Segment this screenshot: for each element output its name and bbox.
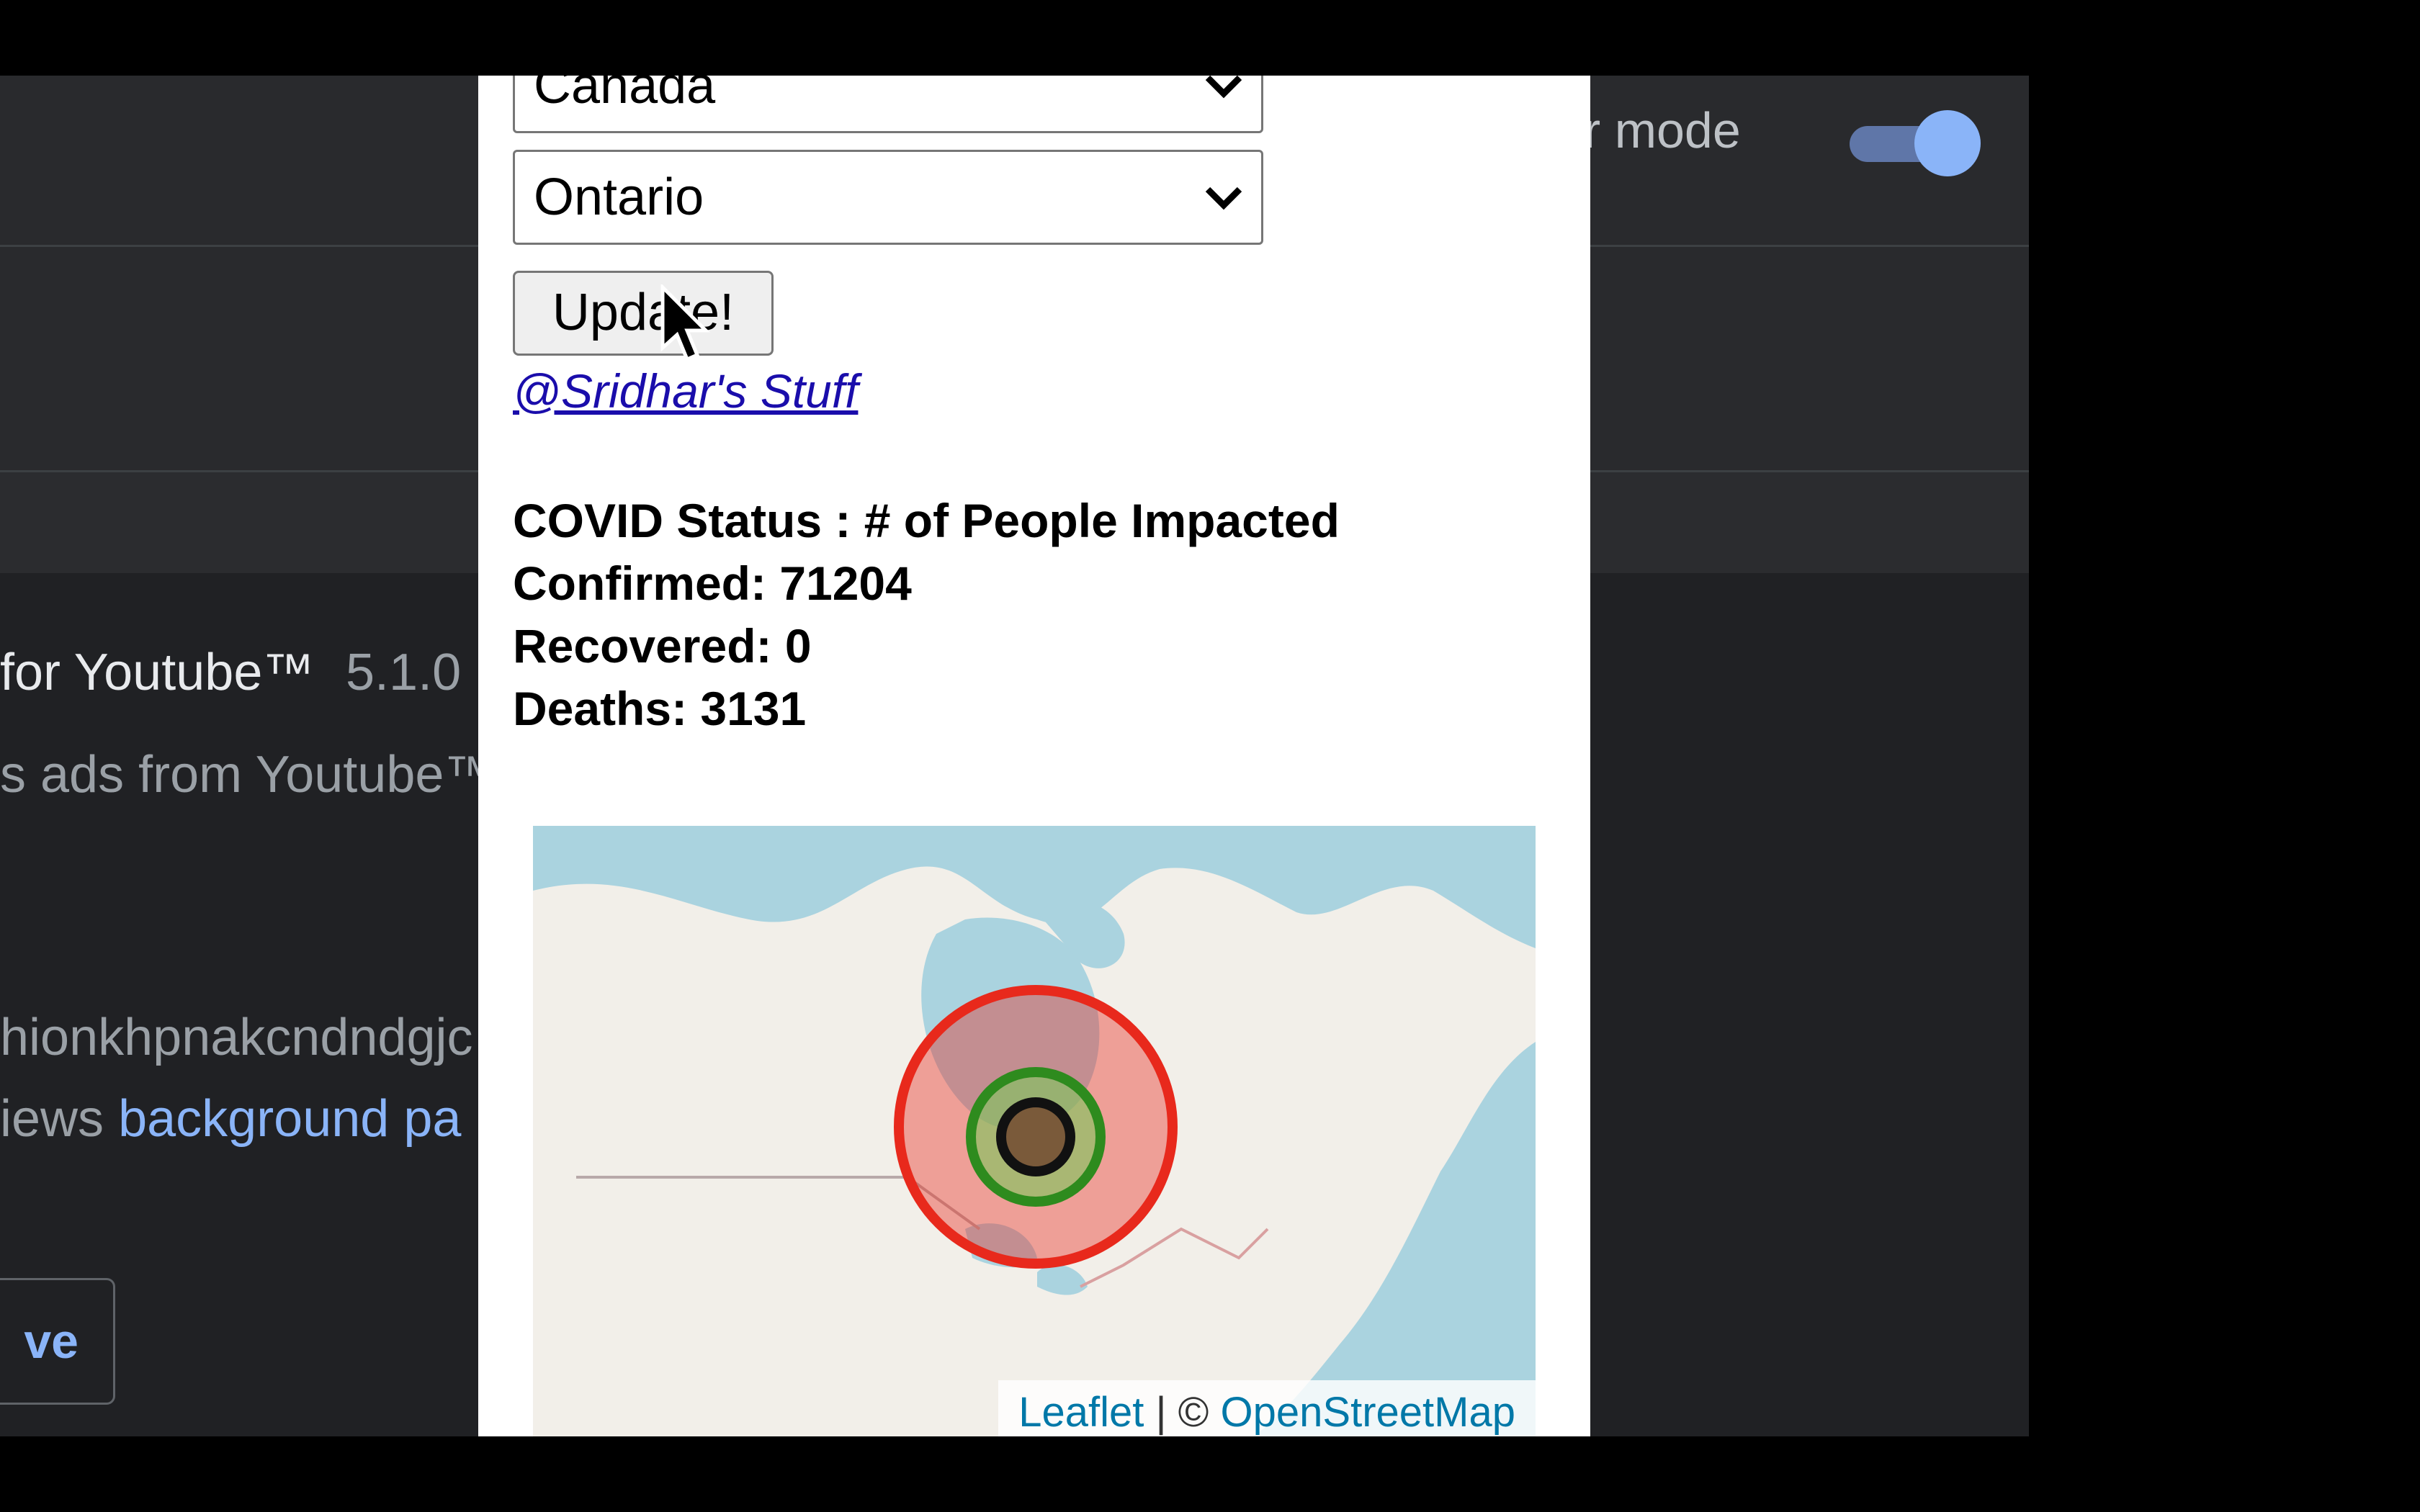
country-select-value: Canada [534,76,716,114]
extension-inspect-views: iews background pa [0,1089,461,1148]
inspect-views-label: iews [0,1090,104,1148]
mouse-cursor-icon [660,284,710,362]
confirmed-count: Confirmed: 71204 [513,557,912,610]
leaflet-map[interactable]: Leaflet | © OpenStreetMap [533,826,1536,1436]
map-tiles [533,826,1536,1436]
extension-id: hionkhpnakcndndgjc [0,1009,473,1066]
sridhars-stuff-link[interactable]: @Sridhar's Stuff [513,364,858,418]
toggle-knob [1914,110,1981,176]
update-button[interactable]: Update! [513,271,774,356]
country-select[interactable]: Canada [513,76,1263,133]
extension-name: for Youtube™ [0,644,315,701]
openstreetmap-link[interactable]: OpenStreetMap [1221,1389,1515,1436]
status-title: COVID Status : # of People Impacted [513,494,1340,547]
extension-description: s ads from Youtube™ [0,746,496,804]
deaths-count: Deaths: 3131 [513,682,807,735]
region-select[interactable]: Ontario [513,150,1263,245]
map-attribution: Leaflet | © OpenStreetMap [998,1380,1536,1436]
deaths-circle[interactable] [996,1097,1075,1176]
extension-version: 5.1.0 [346,644,462,701]
recovered-count: Recovered: 0 [513,619,812,672]
developer-mode-toggle[interactable] [1850,102,1981,181]
background-page-link[interactable]: background pa [118,1090,461,1148]
attribution-separator: | © [1144,1389,1221,1436]
leaflet-link[interactable]: Leaflet [1018,1389,1144,1436]
chevron-down-icon [1205,186,1242,210]
region-select-value: Ontario [534,168,704,226]
chevron-down-icon [1205,76,1242,99]
remove-button[interactable]: ve [0,1278,115,1405]
covid-extension-popup: Canada Ontario Update! @Sridhar's Stuff … [478,76,1590,1436]
